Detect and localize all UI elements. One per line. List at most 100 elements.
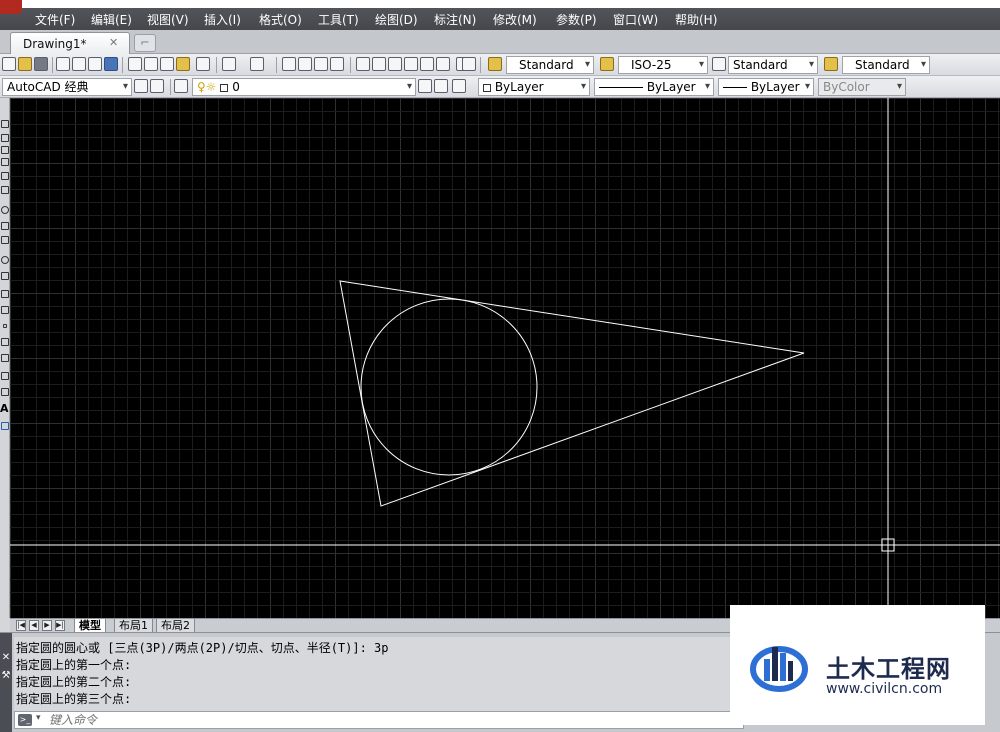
hatch-icon[interactable] [1, 338, 9, 346]
paste-icon[interactable] [160, 57, 174, 71]
plot-icon[interactable] [56, 57, 70, 71]
model-space[interactable] [10, 98, 1000, 618]
mleader-style-select[interactable]: Standard ▾ [842, 56, 930, 74]
text-style-icon[interactable] [488, 57, 502, 71]
menu-dimension[interactable]: 标注(N) [434, 11, 476, 28]
make-current-layer-icon[interactable] [418, 79, 432, 93]
autocad-logo-icon[interactable] [0, 0, 22, 14]
spline-icon[interactable] [1, 236, 9, 244]
layer-select[interactable]: ♀☼ 0 ▾ [192, 78, 416, 96]
polyline-icon[interactable] [1, 146, 9, 154]
line-icon[interactable] [1, 120, 9, 128]
revision-cloud-icon[interactable] [1, 222, 9, 230]
sheet-set-icon[interactable] [404, 57, 418, 71]
color-select[interactable]: ByLayer ▾ [478, 78, 590, 96]
insert-block-icon[interactable] [1, 290, 9, 298]
undo-icon[interactable] [222, 57, 236, 71]
menu-draw[interactable]: 绘图(D) [375, 11, 418, 28]
next-tab-icon[interactable]: ▶ [42, 620, 52, 631]
markup-icon[interactable] [420, 57, 434, 71]
layer-states-icon[interactable] [452, 79, 466, 93]
menu-format[interactable]: 格式(O) [259, 11, 302, 28]
menu-edit[interactable]: 编辑(E) [91, 11, 132, 28]
workspace-settings-icon[interactable] [134, 79, 148, 93]
layer-properties-icon[interactable] [174, 79, 188, 93]
tool-palettes-icon[interactable] [388, 57, 402, 71]
region-icon[interactable] [1, 372, 9, 380]
close-icon[interactable]: ✕ [109, 36, 118, 49]
circle-icon[interactable] [1, 206, 9, 214]
zoom-window-icon[interactable] [314, 57, 328, 71]
chevron-down-icon[interactable]: ▾ [36, 713, 41, 723]
polygon-icon[interactable] [1, 158, 9, 166]
table-style-select[interactable]: Standard ▾ [728, 56, 818, 74]
close-icon[interactable]: ✕ [1, 653, 11, 663]
pan-icon[interactable] [282, 57, 296, 71]
workspace-select[interactable]: AutoCAD 经典 ▾ [2, 78, 132, 96]
tab-layout1[interactable]: 布局1 [114, 619, 153, 633]
command-window-handle[interactable]: ✕ ⚒ [0, 633, 12, 732]
ellipse-arc-icon[interactable] [1, 272, 9, 280]
open-file-icon[interactable] [18, 57, 32, 71]
menu-insert[interactable]: 插入(I) [204, 11, 241, 28]
table-style-icon[interactable] [712, 57, 726, 71]
redo-icon[interactable] [250, 57, 264, 71]
wrench-icon[interactable]: ⚒ [1, 671, 11, 681]
zoom-realtime-icon[interactable] [298, 57, 312, 71]
quickcalc-icon[interactable] [436, 57, 450, 71]
new-file-icon[interactable] [2, 57, 16, 71]
first-tab-icon[interactable]: |◀ [16, 620, 26, 631]
menu-parametric[interactable]: 参数(P) [556, 11, 597, 28]
lineweight-select[interactable]: ByLayer ▾ [718, 78, 814, 96]
dim-style-icon[interactable] [600, 57, 614, 71]
help-icon[interactable] [462, 57, 476, 71]
last-tab-icon[interactable]: ▶| [55, 620, 65, 631]
document-tab-bar: Drawing1* ✕ ⌐ [0, 30, 1000, 54]
menu-file[interactable]: 文件(F) [35, 11, 75, 28]
gradient-icon[interactable] [1, 354, 9, 362]
text-style-select[interactable]: Standard ▾ [506, 56, 594, 74]
menu-tools[interactable]: 工具(T) [318, 11, 359, 28]
design-center-icon[interactable] [372, 57, 386, 71]
command-input[interactable] [49, 712, 729, 728]
new-tab-icon[interactable]: ⌐ [134, 34, 156, 52]
menu-help[interactable]: 帮助(H) [675, 11, 717, 28]
save-icon[interactable] [34, 57, 48, 71]
tab-model[interactable]: 模型 [74, 619, 106, 633]
workspace-save-icon[interactable] [150, 79, 164, 93]
construction-line-icon[interactable] [1, 134, 9, 142]
match-properties-icon[interactable] [176, 57, 190, 71]
menu-window[interactable]: 窗口(W) [613, 11, 658, 28]
multiline-text-icon[interactable]: A [0, 402, 9, 415]
plot-preview-icon[interactable] [72, 57, 86, 71]
command-line[interactable]: >_ ▾ [14, 711, 744, 729]
prev-tab-icon[interactable]: ◀ [29, 620, 39, 631]
autocad-window: 文件(F) 编辑(E) 视图(V) 插入(I) 格式(O) 工具(T) 绘图(D… [0, 0, 1000, 732]
point-icon[interactable] [3, 324, 7, 328]
cut-icon[interactable] [128, 57, 142, 71]
properties-icon[interactable] [356, 57, 370, 71]
command-prompt-icon[interactable]: >_ [18, 714, 32, 726]
arc-icon[interactable] [1, 186, 9, 194]
menu-view[interactable]: 视图(V) [147, 11, 189, 28]
make-block-icon[interactable] [1, 306, 9, 314]
linetype-select[interactable]: ByLayer ▾ [594, 78, 714, 96]
drawing-canvas[interactable] [10, 98, 1000, 618]
zoom-previous-icon[interactable] [330, 57, 344, 71]
layer-previous-icon[interactable] [434, 79, 448, 93]
table-icon[interactable] [1, 388, 9, 396]
workspace-value: AutoCAD 经典 [7, 80, 89, 94]
mleader-style-icon[interactable] [824, 57, 838, 71]
triangle[interactable] [339, 280, 805, 507]
copy-icon[interactable] [144, 57, 158, 71]
dim-style-select[interactable]: ISO-25 ▾ [618, 56, 708, 74]
add-selected-icon[interactable] [1, 422, 9, 430]
publish-icon[interactable] [88, 57, 102, 71]
block-editor-icon[interactable] [196, 57, 210, 71]
tab-drawing1[interactable]: Drawing1* ✕ [10, 32, 130, 54]
3d-dwf-icon[interactable] [104, 57, 118, 71]
menu-modify[interactable]: 修改(M) [493, 11, 537, 28]
ellipse-icon[interactable] [1, 256, 9, 264]
tab-layout2[interactable]: 布局2 [156, 619, 195, 633]
rectangle-icon[interactable] [1, 172, 9, 180]
